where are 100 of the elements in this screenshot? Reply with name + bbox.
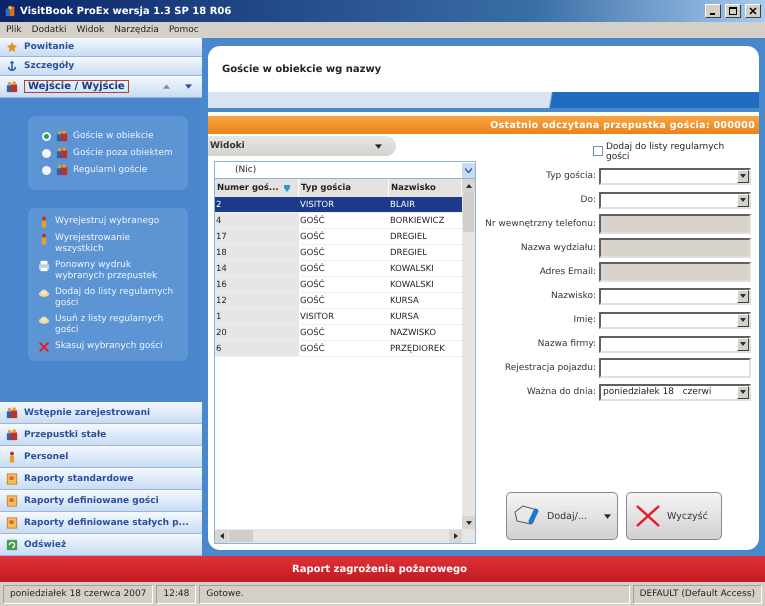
sidebar-item[interactable]: Raporty definiowane gości xyxy=(0,490,202,512)
table-row[interactable]: 18 GOŚĆ DREGIEL xyxy=(215,245,462,261)
sidebar-item[interactable]: Powitanie xyxy=(0,38,202,57)
menu-item[interactable]: Pomoc xyxy=(168,25,199,35)
dropdown-arrow-icon xyxy=(740,318,746,322)
people-icon xyxy=(56,164,68,176)
report-icon xyxy=(6,516,18,528)
table-row[interactable]: 20 GOŚĆ NAZWISKO xyxy=(215,325,462,341)
last-pass-text: Ostatnio odczytana przepustka gościa: 000000 xyxy=(490,120,755,130)
table-cell: 14 xyxy=(215,261,299,277)
table-row[interactable]: 17 GOŚĆ DREGIEL xyxy=(215,229,462,245)
cloud-icon xyxy=(38,314,50,326)
sidebar-item[interactable]: Raporty standardowe xyxy=(0,468,202,490)
field-label: Nazwa wydziału: xyxy=(520,243,596,253)
combo-box[interactable] xyxy=(599,336,751,352)
menu-item[interactable]: Plik xyxy=(6,25,22,35)
table-row[interactable]: 2 VISITOR BLAIR xyxy=(215,197,462,213)
sidebar-item-label: Raporty standardowe xyxy=(24,474,134,484)
combo-box[interactable] xyxy=(599,168,751,184)
sidebar-item[interactable]: Przepustki stałe xyxy=(0,424,202,446)
scroll-down-icon[interactable] xyxy=(466,520,472,524)
radio-button[interactable] xyxy=(42,132,51,140)
combo-box[interactable]: poniedziałek 18 czerwi xyxy=(599,384,751,400)
table-cell: 2 xyxy=(215,197,299,213)
status-panel: poniedziałek 18 czerwca 2007 xyxy=(3,584,154,604)
sidebar-item[interactable]: Wstępnie zarejestrowani xyxy=(0,402,202,424)
scroll-thumb[interactable] xyxy=(463,192,474,232)
printer-icon xyxy=(38,260,50,272)
sidebar-item[interactable]: Odśwież xyxy=(0,534,202,556)
dropdown-arrow-icon xyxy=(740,390,746,394)
add-button[interactable]: Dodaj/... xyxy=(506,492,618,540)
delete-icon xyxy=(38,341,50,353)
table-row[interactable]: 16 GOŚĆ KOWALSKI xyxy=(215,277,462,293)
dropdown-arrow-icon xyxy=(740,174,746,178)
sidebar-item[interactable]: Szczegóły xyxy=(0,57,202,76)
table-row[interactable]: 6 GOŚĆ PRZĘDIOREK xyxy=(215,341,462,357)
input-field[interactable] xyxy=(599,358,751,378)
combo-box[interactable] xyxy=(599,192,751,208)
table-cell: GOŚĆ xyxy=(299,277,389,293)
menu-item[interactable]: Dodatki xyxy=(32,25,67,35)
sidebar-item-label: Raporty definiowane gości xyxy=(24,496,159,506)
close-icon xyxy=(749,7,757,15)
radio-button[interactable] xyxy=(42,148,51,158)
refresh-icon xyxy=(6,538,18,550)
clear-button[interactable]: Wyczyść xyxy=(626,492,722,540)
vertical-scrollbar[interactable] xyxy=(462,179,475,529)
sidebar-item-label: Powitanie xyxy=(24,42,74,52)
checkbox[interactable] xyxy=(593,146,603,156)
checkbox-label[interactable]: Dodaj do listy regularnych gości xyxy=(606,142,736,162)
menu-item[interactable]: Widok xyxy=(76,25,104,35)
combo-box[interactable] xyxy=(599,288,751,304)
table-cell: GOŚĆ xyxy=(299,341,389,357)
table-cell: 1 xyxy=(215,309,299,325)
dropdown-arrow-icon xyxy=(740,294,746,298)
table-cell: GOŚĆ xyxy=(299,325,389,341)
field-label: Typ gościa: xyxy=(545,171,596,181)
sidebar-item-label: Przepustki stałe xyxy=(24,430,106,440)
report-icon xyxy=(6,472,18,484)
field-label: Ważna do dnia: xyxy=(526,387,596,397)
table-cell: GOŚĆ xyxy=(299,245,389,261)
scroll-up-icon[interactable] xyxy=(466,184,472,188)
people-icon xyxy=(56,147,68,159)
table-row[interactable]: 14 GOŚĆ KOWALSKI xyxy=(215,261,462,277)
table-cell: GOŚĆ xyxy=(299,229,389,245)
radio-button[interactable] xyxy=(42,166,51,174)
sidebar-item[interactable]: Personel xyxy=(0,446,202,468)
alarm-text: Raport zagrożenia pożarowego xyxy=(292,564,468,574)
alarm-bar[interactable]: Raport zagrożenia pożarowego xyxy=(0,556,765,582)
table-cell: VISITOR xyxy=(299,197,389,213)
horizontal-scrollbar[interactable] xyxy=(215,529,475,543)
maximize-button[interactable] xyxy=(725,4,741,18)
caret-icon xyxy=(604,514,611,518)
scroll-thumb[interactable] xyxy=(229,530,253,542)
scroll-right-icon[interactable] xyxy=(454,533,458,539)
sidebar-item-label: Personel xyxy=(24,452,68,462)
star-icon xyxy=(6,41,18,53)
table-cell: 16 xyxy=(215,277,299,293)
table-row[interactable]: 1 VISITOR KURSA xyxy=(215,309,462,325)
anchor-icon xyxy=(6,60,18,72)
table-row[interactable]: 4 GOŚĆ BORKIEWICZ xyxy=(215,213,462,229)
combo-box[interactable] xyxy=(599,312,751,328)
menu-item[interactable]: Narzędzia xyxy=(114,25,159,35)
close-button[interactable] xyxy=(745,4,761,18)
filter-value: (Nic) xyxy=(234,165,258,175)
table-cell: GOŚĆ xyxy=(299,213,389,229)
dropdown-arrow-icon xyxy=(740,198,746,202)
table-cell: 20 xyxy=(215,325,299,341)
minimize-button[interactable] xyxy=(705,4,721,18)
section-title: Wejście / Wyjście xyxy=(24,80,129,93)
table-cell: 18 xyxy=(215,245,299,261)
scroll-left-icon[interactable] xyxy=(220,533,224,539)
window-title: VisitBook ProEx wersja 1.3 SP 18 R06 xyxy=(20,6,232,16)
views-dropdown[interactable]: Widoki xyxy=(208,136,396,156)
sort-icon xyxy=(282,183,292,193)
sidebar-item[interactable]: Raporty definiowane stałych p... xyxy=(0,512,202,534)
caret-down-icon xyxy=(184,84,192,89)
filter-dropdown-button[interactable] xyxy=(462,162,475,178)
table-row[interactable]: 12 GOŚĆ KURSA xyxy=(215,293,462,309)
chevron-down-icon xyxy=(465,168,472,172)
status-panel: 12:48 xyxy=(156,584,196,604)
